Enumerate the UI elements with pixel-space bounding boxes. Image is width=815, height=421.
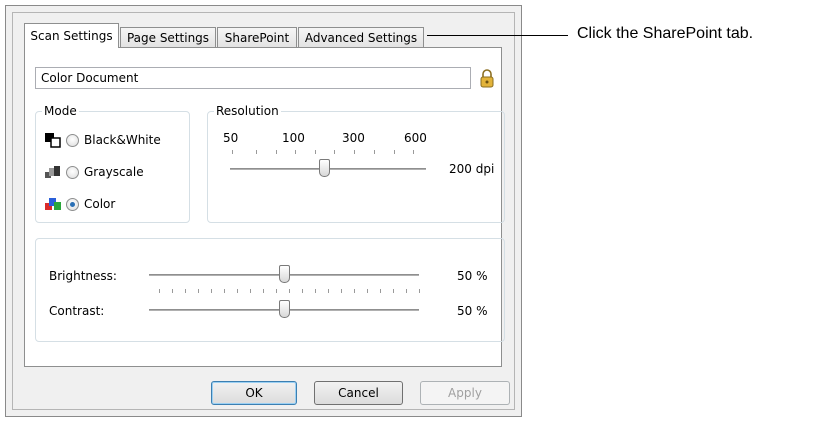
grayscale-icon: [45, 166, 60, 178]
adjustment-tick: [367, 289, 368, 293]
contrast-slider-thumb[interactable]: [279, 300, 290, 318]
black-white-radio[interactable]: [66, 133, 79, 147]
apply-button[interactable]: Apply: [420, 381, 510, 405]
adjustment-tick: [185, 289, 186, 293]
adjustments-group: Brightness: 50 % Contrast: 50 %: [35, 238, 505, 342]
grayscale-radio[interactable]: [66, 165, 79, 179]
resolution-slider-thumb[interactable]: [319, 159, 330, 177]
adjustment-tick: [354, 289, 355, 293]
tab-sharepoint[interactable]: SharePoint: [217, 27, 297, 47]
ok-button[interactable]: OK: [211, 381, 297, 405]
tab-page-settings[interactable]: Page Settings: [120, 27, 216, 47]
callout-text: Click the SharePoint tab.: [577, 25, 754, 42]
contrast-value: 50 %: [457, 304, 488, 318]
adjustment-tick: [328, 289, 329, 293]
resolution-scale-label: 600: [404, 131, 427, 145]
adjustment-tick: [250, 289, 251, 293]
resolution-tick: [295, 150, 296, 154]
adjustment-tick: [159, 289, 160, 293]
adjustment-tick: [406, 289, 407, 293]
scan-settings-panel: Color Document Mode Black&White Grayscal…: [24, 47, 505, 367]
adjustment-tick: [419, 289, 420, 293]
brightness-value: 50 %: [457, 269, 488, 283]
lock-icon[interactable]: [479, 68, 495, 88]
resolution-scale-label: 100: [282, 131, 305, 145]
resolution-scale-label: 300: [342, 131, 365, 145]
resolution-scale-label: 50: [223, 131, 239, 145]
resolution-tick: [315, 150, 316, 154]
adjustment-tick: [341, 289, 342, 293]
contrast-label: Contrast:: [49, 304, 105, 318]
resolution-tick: [276, 150, 277, 154]
resolution-tick: [256, 150, 257, 154]
adjustment-tick: [263, 289, 264, 293]
callout-line: [427, 35, 568, 36]
brightness-slider-thumb[interactable]: [279, 265, 290, 283]
tab-scan-settings[interactable]: Scan Settings: [24, 23, 119, 48]
resolution-tick: [394, 150, 395, 154]
resolution-tick: [334, 150, 335, 154]
adjustment-tick: [198, 289, 199, 293]
mode-group: Mode Black&White Grayscale Color: [35, 104, 190, 223]
adjustment-tick: [276, 289, 277, 293]
color-label: Color: [84, 197, 116, 211]
adjustment-tick: [380, 289, 381, 293]
mode-option-color[interactable]: Color: [44, 195, 115, 213]
scan-settings-dialog: Scan Settings Page Settings SharePoint A…: [5, 5, 522, 417]
scan-name-field[interactable]: Color Document: [35, 67, 471, 89]
resolution-tick: [354, 150, 355, 154]
grayscale-label: Grayscale: [84, 165, 144, 179]
resolution-group-title: Resolution: [214, 104, 281, 118]
mode-option-black-white[interactable]: Black&White: [44, 131, 161, 149]
mode-option-grayscale[interactable]: Grayscale: [44, 163, 144, 181]
adjustment-tick: [237, 289, 238, 293]
cancel-button[interactable]: Cancel: [314, 381, 403, 405]
resolution-group: Resolution 50 100 300 600 200 dpi: [207, 104, 505, 223]
resolution-tick: [232, 150, 233, 154]
adjustment-tick: [289, 289, 290, 293]
adjustment-tick: [172, 289, 173, 293]
resolution-tick: [413, 150, 414, 154]
black-white-label: Black&White: [84, 133, 161, 147]
resolution-value: 200 dpi: [449, 162, 495, 176]
brightness-label: Brightness:: [49, 269, 117, 283]
adjustment-tick: [211, 289, 212, 293]
color-radio[interactable]: [66, 197, 79, 211]
color-icon: [45, 198, 61, 210]
black-white-icon: [45, 133, 61, 148]
adjustment-tick: [393, 289, 394, 293]
adjustment-tick: [302, 289, 303, 293]
adjustment-tick: [315, 289, 316, 293]
adjustment-tick: [224, 289, 225, 293]
mode-group-title: Mode: [42, 104, 79, 118]
resolution-tick: [374, 150, 375, 154]
tab-advanced-settings[interactable]: Advanced Settings: [298, 27, 424, 47]
